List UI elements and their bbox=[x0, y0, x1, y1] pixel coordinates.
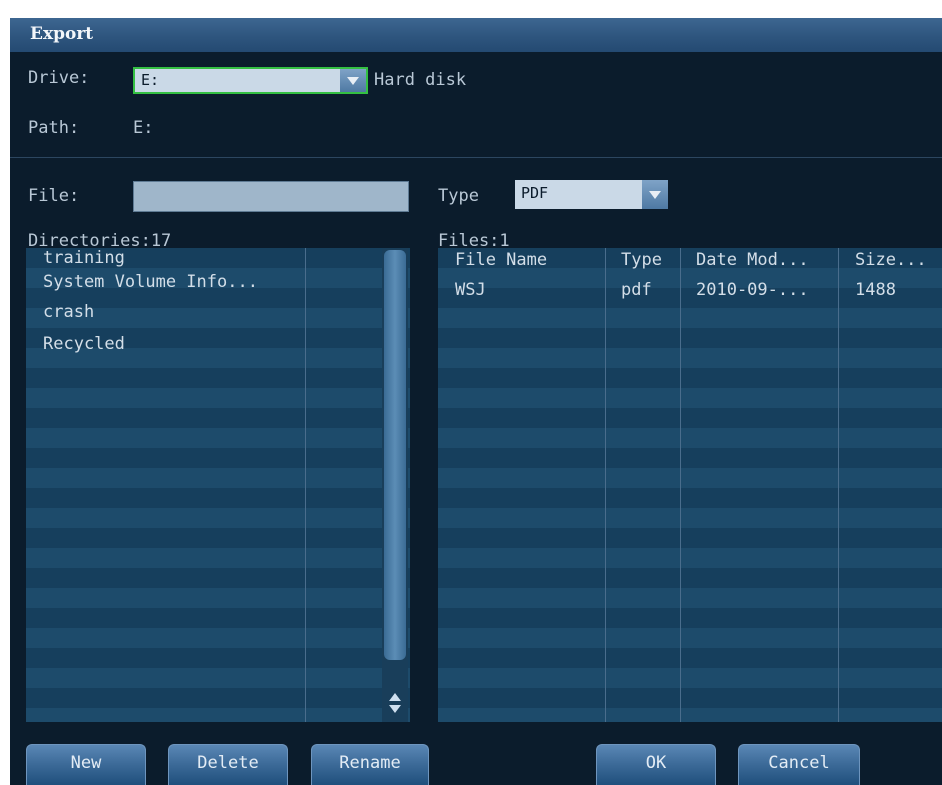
path-label: Path: bbox=[28, 118, 80, 138]
column-divider bbox=[305, 248, 306, 722]
file-name-input[interactable] bbox=[133, 181, 409, 212]
drive-value: E: bbox=[141, 71, 160, 89]
files-table: File Name Type Date Mod... Size... WSJ p… bbox=[438, 248, 942, 722]
ok-button[interactable]: OK bbox=[596, 744, 716, 785]
column-header-date[interactable]: Date Mod... bbox=[696, 250, 809, 270]
scrollbar-thumb[interactable] bbox=[384, 250, 406, 660]
column-header-type[interactable]: Type bbox=[621, 250, 662, 270]
divider bbox=[10, 157, 942, 158]
cell-date: 2010-09-... bbox=[696, 280, 809, 300]
cancel-button[interactable]: Cancel bbox=[738, 744, 860, 785]
path-value: E: bbox=[133, 118, 154, 138]
chevron-down-icon[interactable] bbox=[340, 69, 366, 92]
delete-button[interactable]: Delete bbox=[168, 744, 288, 785]
column-divider bbox=[680, 248, 681, 722]
scroll-up-down-icon[interactable] bbox=[384, 688, 406, 718]
new-button[interactable]: New bbox=[26, 744, 146, 785]
file-label: File: bbox=[28, 186, 80, 206]
cell-size: 1488 bbox=[855, 280, 896, 300]
column-header-file-name[interactable]: File Name bbox=[455, 250, 547, 270]
directories-list[interactable]: training System Volume Info... crash Rec… bbox=[26, 248, 410, 722]
type-dropdown[interactable]: PDF bbox=[515, 180, 668, 209]
drive-dropdown[interactable]: E: bbox=[133, 67, 368, 94]
list-item[interactable]: System Volume Info... bbox=[43, 272, 258, 292]
list-item[interactable]: training bbox=[43, 248, 125, 268]
export-dialog: Export Drive: E: Hard disk Path: E: File… bbox=[10, 18, 942, 785]
cell-file-name: WSJ bbox=[455, 280, 486, 300]
list-item[interactable]: Recycled bbox=[43, 334, 125, 354]
column-header-size[interactable]: Size... bbox=[855, 250, 927, 270]
column-divider bbox=[838, 248, 839, 722]
title-bar: Export bbox=[10, 18, 942, 52]
rename-button[interactable]: Rename bbox=[311, 744, 429, 785]
cell-type: pdf bbox=[621, 280, 652, 300]
chevron-down-icon[interactable] bbox=[642, 180, 668, 209]
type-value: PDF bbox=[521, 184, 549, 202]
drive-label: Drive: bbox=[28, 68, 90, 88]
column-divider bbox=[605, 248, 606, 722]
type-label: Type bbox=[438, 186, 479, 206]
drive-description: Hard disk bbox=[374, 70, 467, 90]
window-title: Export bbox=[30, 24, 94, 44]
list-item[interactable]: crash bbox=[43, 302, 94, 322]
